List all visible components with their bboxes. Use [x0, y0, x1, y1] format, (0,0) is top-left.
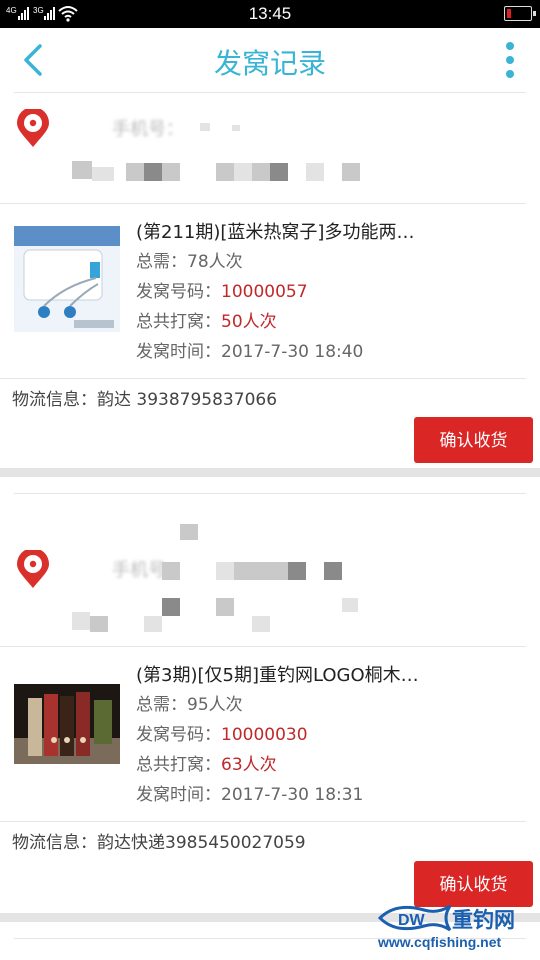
product-section[interactable]: (第211期)[蓝米热窝子]多功能两… 总需：78人次 发窝号码：1000005…: [0, 204, 526, 379]
time-row: 发窝时间：2017-7-30 18:31: [136, 780, 363, 805]
address-mosaic: [162, 562, 180, 580]
section-separator: [0, 468, 540, 477]
confirm-receipt-button[interactable]: 确认收货: [414, 417, 533, 463]
address-mosaic: [324, 562, 342, 580]
address-mosaic: [216, 598, 234, 616]
address-mosaic: [90, 616, 108, 632]
site-watermark: DW 重钓网 www.cqfishing.net: [374, 900, 534, 956]
address-mosaic: [232, 125, 240, 131]
played-count: 50: [221, 312, 243, 332]
time-value: 2017-7-30 18:40: [221, 342, 364, 362]
address-mosaic: [216, 562, 234, 580]
code-value: 10000030: [221, 725, 308, 745]
product-title: (第3期)[仅5期]重钓网LOGO桐木…: [136, 665, 419, 686]
address-mosaic: [72, 161, 92, 179]
total-label: 总需：: [136, 252, 187, 272]
played-row: 总共打窝：63人次: [136, 750, 277, 775]
product-title: (第211期)[蓝米热窝子]多功能两…: [136, 222, 415, 243]
time-value: 2017-7-30 18:31: [221, 785, 364, 805]
played-label: 总共打窝：: [136, 312, 221, 332]
battery-level: [507, 9, 511, 18]
svg-text:DW: DW: [398, 912, 426, 929]
address-mosaic: [144, 616, 162, 632]
address-mosaic: [216, 163, 234, 181]
total-row: 总需：78人次: [136, 247, 243, 272]
code-row: 发窝号码：10000030: [136, 720, 308, 745]
total-row: 总需：95人次: [136, 690, 243, 715]
location-pin-icon: [17, 109, 49, 147]
product-section[interactable]: (第3期)[仅5期]重钓网LOGO桐木… 总需：95人次 发窝号码：100000…: [0, 647, 526, 822]
logistics-info: 物流信息：韵达 3938795837066: [12, 390, 278, 410]
address-mosaic: [270, 163, 288, 181]
fish-logo-icon: DW: [377, 904, 452, 932]
address-phone-blurred: 手机号：: [112, 119, 184, 140]
product-image-air-pump: [14, 226, 120, 332]
address-mosaic: [234, 562, 252, 580]
address-mosaic: [144, 163, 162, 181]
logistics-info: 物流信息：韵达快递3985450027059: [12, 833, 306, 853]
total-value: 78人次: [187, 252, 243, 272]
more-vertical-icon: [506, 42, 514, 78]
address-mosaic: [162, 598, 180, 616]
status-bar: 4G 3G 13:45: [0, 0, 540, 28]
address-mosaic: [342, 598, 358, 612]
address-mosaic: [126, 163, 144, 181]
location-pin-icon: [17, 550, 49, 588]
played-count: 63: [221, 755, 243, 775]
time-label: 发窝时间：: [136, 785, 221, 805]
address-section[interactable]: 手机号：: [0, 494, 526, 647]
address-mosaic: [288, 562, 306, 580]
address-mosaic: [252, 163, 270, 181]
played-unit: 人次: [242, 312, 277, 332]
watermark-title: 重钓网: [452, 909, 515, 932]
code-label: 发窝号码：: [136, 725, 221, 745]
code-row: 发窝号码：10000057: [136, 277, 308, 302]
address-mosaic: [180, 524, 198, 540]
played-unit: 人次: [242, 755, 277, 775]
page-title: 发窝记录: [213, 47, 326, 80]
battery-nub: [533, 11, 536, 16]
product-image-wooden-box: [14, 684, 120, 764]
address-mosaic: [342, 163, 360, 181]
address-mosaic: [270, 562, 288, 580]
code-label: 发窝号码：: [136, 282, 221, 302]
address-mosaic: [92, 167, 114, 181]
address-mosaic: [72, 612, 90, 630]
address-mosaic: [252, 616, 270, 632]
watermark-url: www.cqfishing.net: [378, 934, 502, 950]
status-time: 13:45: [248, 4, 292, 23]
time-label: 发窝时间：: [136, 342, 221, 362]
more-menu-button[interactable]: [500, 40, 520, 80]
total-value: 95人次: [187, 695, 243, 715]
played-row: 总共打窝：50人次: [136, 307, 277, 332]
nav-header: 发窝记录: [0, 28, 540, 92]
total-label: 总需：: [136, 695, 187, 715]
address-mosaic: [252, 562, 270, 580]
address-mosaic: [306, 163, 324, 181]
address-mosaic: [200, 123, 210, 131]
battery-icon: [504, 6, 536, 21]
address-mosaic: [162, 163, 180, 181]
played-label: 总共打窝：: [136, 755, 221, 775]
code-value: 10000057: [221, 282, 308, 302]
address-section[interactable]: 手机号：: [0, 93, 526, 204]
time-row: 发窝时间：2017-7-30 18:40: [136, 337, 363, 362]
address-mosaic: [234, 163, 252, 181]
